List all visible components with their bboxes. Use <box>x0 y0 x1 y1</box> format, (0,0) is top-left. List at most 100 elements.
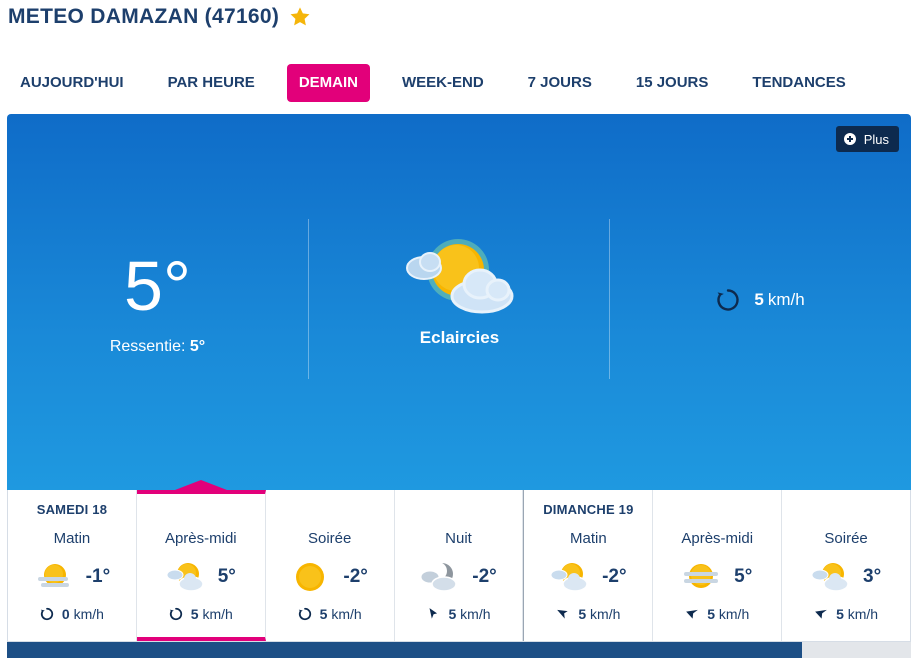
period-weather: -2° <box>524 562 652 592</box>
period-weather: -2° <box>266 562 394 592</box>
period-temperature: 3° <box>863 566 882 587</box>
period-temperature: 5° <box>217 566 236 587</box>
period-strip: SAMEDI 18 Matin -1° 0 km/h Après-midi 5° <box>7 480 911 642</box>
tab-7-jours[interactable]: 7 JOURS <box>516 64 604 102</box>
period-wind-value: 5 <box>836 606 844 622</box>
period-weather: 3° <box>782 562 910 592</box>
scrollbar-thumb[interactable] <box>7 642 802 658</box>
horizontal-scrollbar[interactable] <box>7 642 911 658</box>
plus-circle-icon <box>843 133 856 145</box>
period-card[interactable]: Nuit -2° 5 km/h <box>395 490 524 641</box>
period-card[interactable]: Soirée -2° 5 km/h <box>266 490 395 641</box>
condition-label: Eclaircies <box>419 328 500 347</box>
period-wind: 5 km/h <box>653 606 781 622</box>
tab-aujourdhui[interactable]: AUJOURD'HUI <box>8 64 136 102</box>
page-title: METEO DAMAZAN (47160) <box>8 5 280 28</box>
tab-15-jours[interactable]: 15 JOURS <box>624 64 721 102</box>
wind-direction-arrow-icon <box>429 608 438 619</box>
period-wind: 5 km/h <box>782 606 910 622</box>
forecast-hero-panel: Plus 5° Ressentie: 5° Eclaircies 5 km/h <box>7 114 911 490</box>
period-temperature: 5° <box>734 566 753 587</box>
period-wind-value: 5 <box>707 606 715 622</box>
variable-wind-icon <box>169 607 182 621</box>
period-label: Soirée <box>307 530 352 547</box>
hero-wind-text: 5 km/h <box>754 290 804 310</box>
period-wind: 5 km/h <box>395 606 523 622</box>
period-wind: 5 km/h <box>524 606 652 622</box>
fog-sun-icon <box>37 564 69 587</box>
period-wind-unit: km/h <box>331 606 362 622</box>
period-wind-text: 5 km/h <box>836 606 878 622</box>
period-card[interactable]: DIMANCHE 19 Matin -2° 5 km/h <box>523 490 654 641</box>
tab-demain[interactable]: DEMAIN <box>286 64 370 102</box>
sun-cloud-icon <box>405 239 513 314</box>
period-label: Soirée <box>824 530 868 547</box>
period-label: Après-midi <box>681 530 754 547</box>
period-wind-value: 5 <box>448 606 457 622</box>
period-wind-text: 0 km/h <box>62 606 104 622</box>
day-label: DIMANCHE 19 <box>543 502 634 517</box>
wind-direction-arrow-icon <box>686 609 699 619</box>
period-label: Après-midi <box>164 530 237 547</box>
plus-button[interactable]: Plus <box>835 126 899 152</box>
period-wind-text: 5 km/h <box>191 606 233 622</box>
variable-wind-icon <box>40 607 53 621</box>
period-label: Nuit <box>445 530 472 547</box>
period-card-selected[interactable]: Après-midi 5° 5 km/h <box>136 480 266 641</box>
period-card[interactable]: Après-midi 5° 5 km/h <box>653 490 783 641</box>
hero-wind-unit: km/h <box>767 290 805 309</box>
period-wind-text: 5 km/h <box>707 606 749 622</box>
variable-wind-icon <box>717 289 740 311</box>
period-card[interactable]: Soirée 3° 5 km/h <box>782 490 910 641</box>
sun-cloud-icon <box>550 563 588 592</box>
period-wind-text: 5 km/h <box>320 606 362 622</box>
variable-wind-icon <box>298 607 311 621</box>
period-temperature: -1° <box>85 566 111 587</box>
wind-block: 5 km/h <box>610 214 911 384</box>
period-label: Matin <box>53 530 91 547</box>
period-temperature: -2° <box>472 566 497 587</box>
period-weather: 5° <box>653 562 781 592</box>
period-label: Matin <box>570 530 607 547</box>
tab-week-end[interactable]: WEEK-END <box>390 64 496 102</box>
feels-like: Ressentie: 5° <box>7 338 308 356</box>
sun-icon <box>296 563 325 591</box>
hero-wind: 5 km/h <box>610 288 911 312</box>
period-temperature: -2° <box>343 566 368 587</box>
period-wind-text: 5 km/h <box>448 606 490 622</box>
wind-direction-arrow-icon <box>815 609 827 619</box>
tab-par-heure[interactable]: PAR HEURE <box>156 64 267 102</box>
fog-sun-icon <box>684 564 719 588</box>
period-wind-unit: km/h <box>460 606 491 622</box>
wind-direction-arrow-icon <box>557 609 569 619</box>
period-wind-unit: km/h <box>847 606 879 622</box>
period-wind-text: 5 km/h <box>578 606 620 622</box>
period-wind-unit: km/h <box>590 606 621 622</box>
period-weather: 5° <box>137 562 265 592</box>
selected-indicator <box>174 480 227 490</box>
hero-wind-value: 5 <box>754 290 764 309</box>
period-weather: -2° <box>395 562 523 592</box>
period-wind-unit: km/h <box>718 606 750 622</box>
day-label: SAMEDI 18 <box>36 502 108 517</box>
moon-cloud-icon <box>420 562 457 592</box>
tab-tendances[interactable]: TENDANCES <box>740 64 857 102</box>
page-header: METEO DAMAZAN (47160) <box>8 2 311 32</box>
star-icon[interactable] <box>289 6 311 28</box>
period-wind-unit: km/h <box>73 606 104 622</box>
period-wind-value: 5 <box>319 606 328 622</box>
sun-cloud-icon <box>166 563 204 592</box>
main-temperature: 5° <box>124 247 191 325</box>
condition-block: Eclaircies <box>309 214 610 384</box>
sun-cloud-icon <box>811 563 849 592</box>
period-card[interactable]: SAMEDI 18 Matin -1° 0 km/h <box>8 490 137 641</box>
feels-like-label: Ressentie: <box>109 338 186 355</box>
period-wind-value: 0 <box>61 606 70 622</box>
temperature-block: 5° Ressentie: 5° <box>7 214 308 384</box>
period-wind-unit: km/h <box>202 606 233 622</box>
period-wind: 5 km/h <box>137 606 265 622</box>
period-wind: 0 km/h <box>8 606 136 622</box>
period-temperature: -2° <box>602 566 627 587</box>
period-wind: 5 km/h <box>266 606 394 622</box>
forecast-tabs: AUJOURD'HUI PAR HEURE DEMAIN WEEK-END 7 … <box>8 63 878 103</box>
